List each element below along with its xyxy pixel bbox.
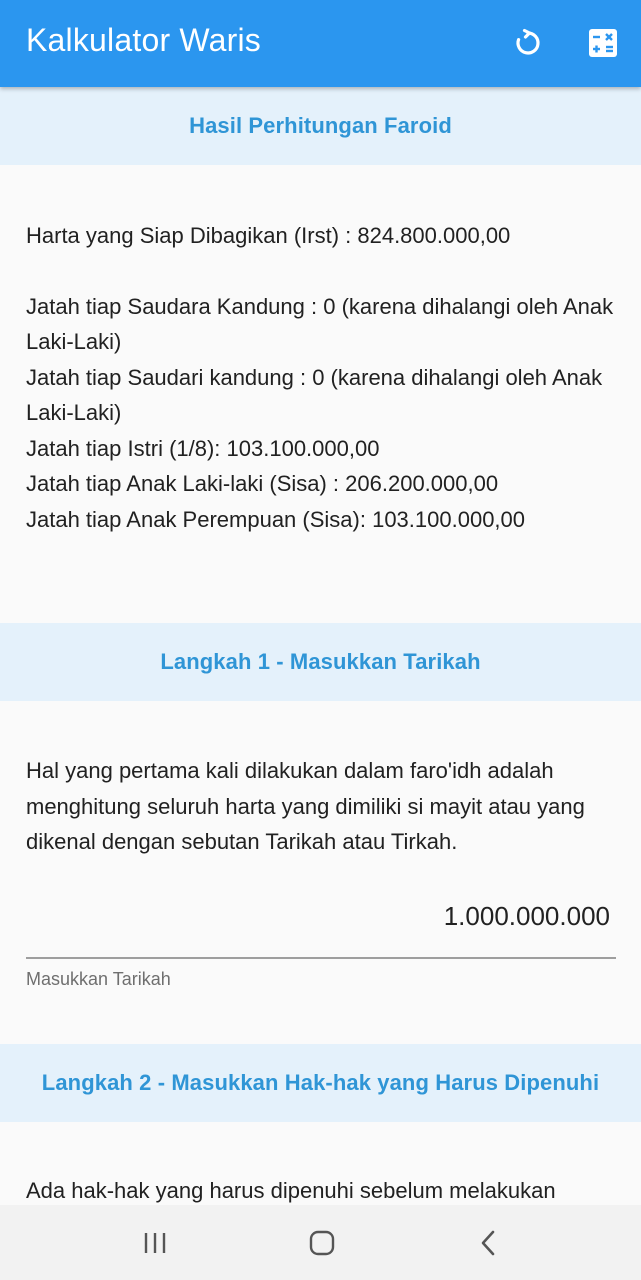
step1-header: Langkah 1 - Masukkan Tarikah (0, 623, 641, 701)
home-icon (309, 1230, 335, 1256)
harta-line: Harta yang Siap Dibagikan (Irst) : 824.8… (26, 223, 511, 248)
system-nav-bar (0, 1205, 641, 1280)
step2-header: Langkah 2 - Masukkan Hak-hak yang Harus … (0, 1044, 641, 1122)
result-line: Jatah tiap Saudari kandung : 0 (karena d… (26, 364, 603, 426)
result-section-title: Hasil Perhitungan Faroid (189, 113, 452, 138)
result-line: Jatah tiap Anak Perempuan (Sisa): 103.10… (26, 506, 526, 532)
recents-icon (144, 1233, 166, 1253)
refresh-icon (516, 28, 540, 55)
result-line: Jatah tiap Anak Laki-laki (Sisa) : 206.2… (26, 471, 499, 496)
app-title: Kalkulator Waris (26, 22, 261, 58)
result-body: Harta yang Siap Dibagikan (Irst) : 824.8… (26, 218, 616, 537)
result-line: Jatah tiap Istri (1/8): 103.100.000,00 (26, 435, 380, 461)
calculator-icon (589, 29, 617, 57)
tarikah-input[interactable]: 1.000.000.000 (444, 901, 610, 932)
result-section-header: Hasil Perhitungan Faroid (0, 87, 641, 165)
step2-description: Ada hak-hak yang harus dipenuhi sebelum … (26, 1178, 556, 1203)
step1-description: Hal yang pertama kali dilakukan dalam fa… (26, 758, 585, 854)
step1-title: Langkah 1 - Masukkan Tarikah (160, 649, 481, 674)
tarikah-input-underline (26, 957, 616, 959)
result-line: Jatah tiap Saudara Kandung : 0 (karena d… (26, 293, 614, 355)
content-scroll[interactable]: Hasil Perhitungan Faroid Harta yang Siap… (0, 87, 641, 1205)
app-bar: Kalkulator Waris (0, 0, 641, 87)
back-icon (481, 1230, 495, 1256)
back-button[interactable] (469, 1223, 509, 1263)
tarikah-input-label: Masukkan Tarikah (26, 969, 171, 989)
step2-title: Langkah 2 - Masukkan Hak-hak yang Harus … (41, 1070, 600, 1095)
calculate-button[interactable] (580, 20, 626, 66)
recents-button[interactable] (135, 1223, 175, 1263)
refresh-button[interactable] (505, 20, 551, 66)
home-button[interactable] (302, 1223, 342, 1263)
